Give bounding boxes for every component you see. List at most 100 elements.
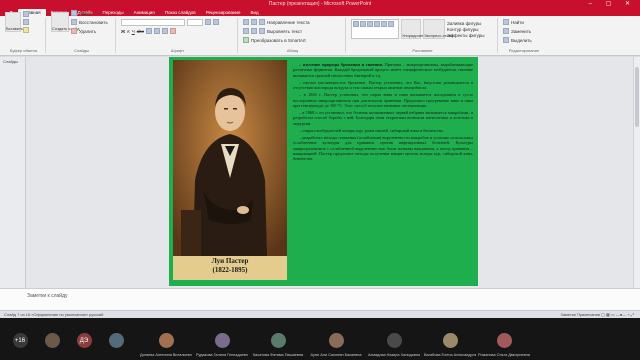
paste-button[interactable]: Вставить: [5, 12, 23, 32]
portrait-caption: Луи Пастер (1822-1895): [173, 257, 287, 275]
numbering-icon[interactable]: [251, 19, 257, 25]
participant-tile[interactable]: Ахмадова Назира Халидовна: [368, 321, 420, 359]
drawing-group: Упорядочить Экспресс-стили Заливка фигур…: [348, 18, 498, 53]
reset-button[interactable]: Восстановить: [79, 20, 108, 25]
underline-button[interactable]: Ч: [132, 29, 135, 34]
thumbnail-pane-label: Слайды: [3, 59, 18, 64]
arrange-button[interactable]: Упорядочить: [401, 19, 426, 39]
thumbnail-pane[interactable]: Слайды: [0, 57, 26, 288]
font-name-field[interactable]: [121, 18, 185, 26]
text-paragraph: – разработал методы снижения (ослабления…: [293, 134, 473, 162]
strikethrough-button[interactable]: abc: [137, 29, 144, 34]
participant-tile[interactable]: Ауни Али Салиевн Бакаевна: [310, 321, 362, 359]
participant-tile[interactable]: [38, 321, 66, 359]
text-direction-button[interactable]: Направление текста: [267, 20, 310, 25]
ribbon: Вставить Буфер обмена Создать слайд Маке…: [0, 10, 640, 56]
notes-pane[interactable]: Заметки к слайду: [0, 288, 640, 310]
align-center-icon[interactable]: [251, 28, 257, 34]
participant-avatar: [496, 333, 512, 348]
status-left: Слайд 7 из 16 «Оформление по умолчанию» …: [4, 312, 104, 317]
grow-font-icon[interactable]: [205, 19, 211, 25]
select-button[interactable]: Выделить: [511, 38, 532, 43]
clipboard-group-label: Буфер обмена: [9, 48, 38, 53]
shape-outline-button[interactable]: Контур фигуры: [447, 27, 485, 32]
participant-tile[interactable]: Рудакова Галина Геннадьевна: [196, 321, 248, 359]
vertical-scrollbar[interactable]: [633, 57, 640, 288]
quick-styles-button[interactable]: Экспресс-стили: [423, 19, 453, 39]
layout-button[interactable]: Макет: [79, 11, 92, 16]
tab-slideshow[interactable]: Показ слайдов: [160, 9, 201, 16]
slide-workarea: Слайды Луи Пастер (1822-1895) – изучение…: [0, 57, 640, 288]
editing-group: Найти Заменить Выделить Редактирование: [500, 18, 548, 53]
tab-view[interactable]: Вид: [245, 9, 263, 16]
powerpoint-window: Пастер (презентация) - Microsoft PowerPo…: [0, 0, 640, 318]
participant-tile[interactable]: +16: [6, 321, 34, 359]
participant-name: Вагабова Елена Александровна: [424, 353, 476, 357]
shapes-gallery[interactable]: [351, 19, 399, 39]
spacing-icon[interactable]: [154, 28, 160, 34]
text-paragraph: – изучение природы брожения и гниения. П…: [293, 62, 473, 78]
participant-name: Касатова Фатима Пашаевна: [252, 353, 304, 357]
participant-avatar: [44, 333, 60, 348]
status-right[interactable]: Заметки Примечания ▢ ▦ ▭ —●— + ⤢: [561, 312, 634, 317]
participant-tile[interactable]: [102, 321, 130, 359]
find-icon: [503, 19, 509, 25]
shadow-icon[interactable]: [146, 28, 152, 34]
layout-icon: [71, 10, 77, 16]
participant-name: Ахмадова Назира Халидовна: [368, 353, 420, 357]
caption-years: (1822-1895): [212, 266, 248, 274]
align-text-button[interactable]: Выровнять текст: [267, 29, 302, 34]
current-slide[interactable]: Луи Пастер (1822-1895) – изучение природ…: [169, 57, 478, 286]
video-conference-strip: +16 ДЭ Дигаева Ангелина Витальевна Рудакова…: [0, 318, 640, 360]
clipboard-group: Вставить Буфер обмена: [2, 11, 46, 53]
shrink-font-icon[interactable]: [213, 19, 219, 25]
participant-avatar: +16: [12, 333, 28, 348]
tab-animation[interactable]: Анимация: [129, 9, 160, 16]
align-left-icon[interactable]: [243, 28, 249, 34]
paragraph-group-label: Абзац: [286, 48, 299, 53]
participant-tile[interactable]: Дигаева Ангелина Витальевна: [140, 321, 192, 359]
bullets-icon[interactable]: [243, 19, 249, 25]
editing-group-label: Редактирование: [508, 48, 540, 53]
participant-tile[interactable]: Романова Ольга Дмитриевна: [478, 321, 530, 359]
text-paragraph: – в 1868 г. он установил, что болезнь ше…: [293, 110, 473, 126]
smartart-button[interactable]: Преобразовать в SmartArt: [251, 38, 306, 43]
find-button[interactable]: Найти: [511, 20, 524, 25]
bold-button[interactable]: Ж: [121, 29, 125, 34]
indent-icon[interactable]: [259, 19, 265, 25]
drawing-group-label: Рисование: [412, 48, 433, 53]
cut-icon[interactable]: [23, 11, 29, 17]
smartart-icon: [243, 37, 249, 43]
font-size-field[interactable]: [187, 18, 203, 26]
slides-group: Создать слайд Макет Восстановить Удалить…: [48, 10, 116, 53]
title-bar: Пастер (презентация) - Microsoft PowerPo…: [0, 0, 640, 8]
delete-icon: [71, 28, 77, 34]
copy-icon[interactable]: [23, 19, 29, 25]
shape-fill-button[interactable]: Заливка фигуры: [447, 21, 485, 26]
font-group: Ж К Ч abc Шрифт: [118, 18, 238, 53]
new-slide-button[interactable]: Создать слайд: [51, 12, 79, 32]
pasteur-portrait-image: [173, 60, 287, 256]
participant-name: Рудакова Галина Геннадьевна: [196, 353, 248, 357]
participant-avatar: [270, 333, 286, 348]
notes-placeholder: Заметки к слайду: [27, 293, 68, 299]
delete-button[interactable]: Удалить: [79, 29, 96, 34]
participant-tile[interactable]: Касатова Фатима Пашаевна: [252, 321, 304, 359]
window-controls[interactable]: – ▢ ✕: [589, 0, 636, 8]
tab-review[interactable]: Рецензирование: [201, 9, 246, 16]
participant-tile[interactable]: ДЭ: [70, 321, 98, 359]
italic-button[interactable]: К: [127, 29, 130, 34]
participant-avatar: [328, 333, 344, 348]
case-icon[interactable]: [162, 28, 168, 34]
caption-name: Луи Пастер: [211, 257, 249, 265]
participant-tile[interactable]: Вагабова Елена Александровна: [424, 321, 476, 359]
replace-icon: [503, 28, 509, 34]
font-color-icon[interactable]: [170, 28, 176, 34]
format-painter-icon[interactable]: [23, 27, 29, 33]
shape-effects-button[interactable]: Эффекты фигуры: [447, 33, 485, 38]
align-right-icon[interactable]: [259, 28, 265, 34]
participant-avatar: [158, 333, 174, 348]
participant-avatar: [442, 333, 458, 348]
replace-button[interactable]: Заменить: [511, 29, 531, 34]
slide-text-box[interactable]: – изучение природы брожения и гниения. П…: [293, 62, 473, 282]
